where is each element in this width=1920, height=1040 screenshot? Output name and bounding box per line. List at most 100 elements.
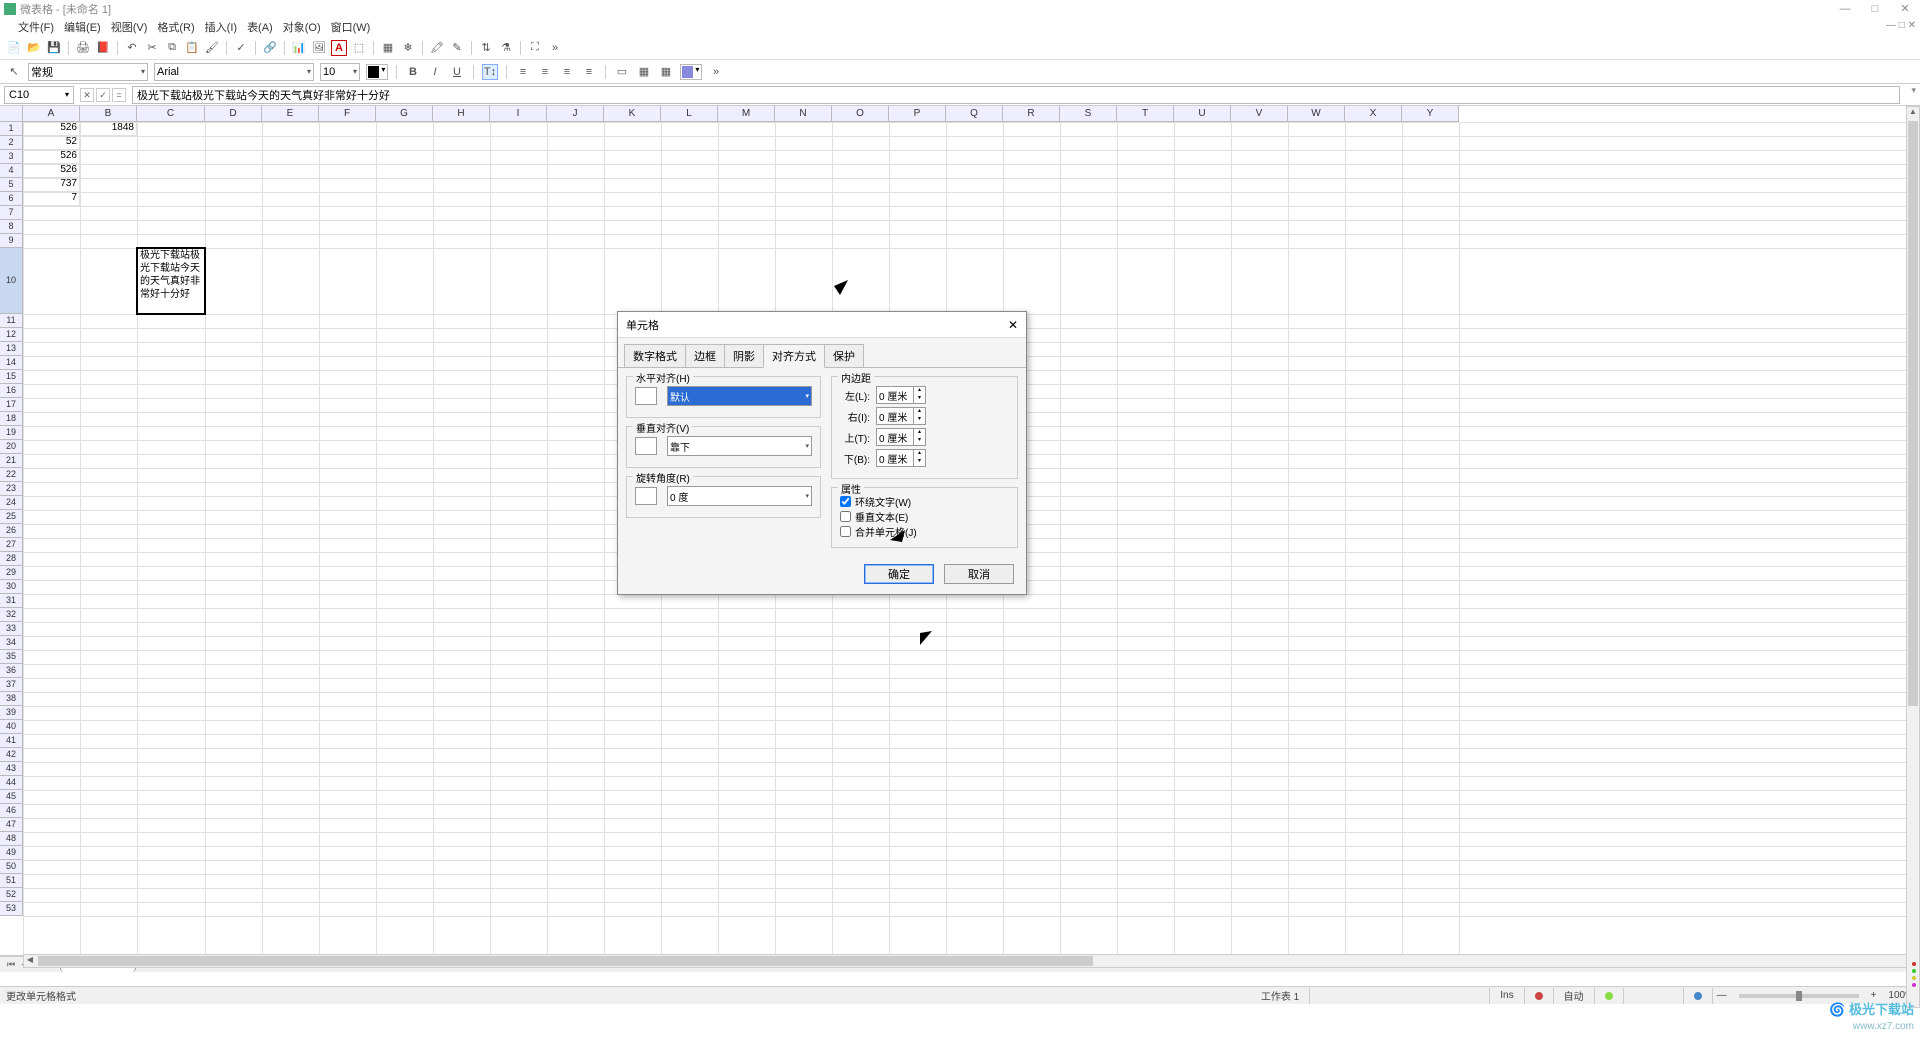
tab-align[interactable]: 对齐方式 (763, 344, 825, 368)
row-30[interactable]: 30 (0, 580, 23, 594)
col-T[interactable]: T (1117, 106, 1174, 122)
row-37[interactable]: 37 (0, 678, 23, 692)
cancel-edit-icon[interactable]: ✕ (80, 88, 94, 102)
menu-table[interactable]: 表(A) (247, 19, 273, 35)
col-Y[interactable]: Y (1402, 106, 1459, 122)
row-29[interactable]: 29 (0, 566, 23, 580)
paste-icon[interactable]: 📋 (184, 40, 200, 56)
row-53[interactable]: 53 (0, 902, 23, 916)
row-36[interactable]: 36 (0, 664, 23, 678)
row-33[interactable]: 33 (0, 622, 23, 636)
align-left-icon[interactable]: ≡ (515, 64, 531, 80)
close-button[interactable]: ✕ (1890, 0, 1920, 18)
row-42[interactable]: 42 (0, 748, 23, 762)
merge-checkbox[interactable]: 合并单元格(J) (840, 524, 1009, 539)
row-28[interactable]: 28 (0, 552, 23, 566)
row-35[interactable]: 35 (0, 650, 23, 664)
crop-icon[interactable]: ⬚ (351, 40, 367, 56)
row-3[interactable]: 3 (0, 150, 23, 164)
menu-window[interactable]: 窗口(W) (331, 19, 371, 35)
padding-bottom-input[interactable]: ▴▾ (876, 449, 926, 467)
overflow2-icon[interactable]: » (708, 64, 724, 80)
dialog-titlebar[interactable]: 单元格 ✕ (618, 312, 1026, 338)
cell-reference[interactable]: C10▾ (4, 86, 74, 104)
row-10[interactable]: 10 (0, 248, 23, 314)
col-V[interactable]: V (1231, 106, 1288, 122)
row-19[interactable]: 19 (0, 426, 23, 440)
underline-icon[interactable]: U (449, 64, 465, 80)
size-combo[interactable]: 10▾ (320, 63, 360, 81)
merge-icon[interactable]: ▭ (614, 64, 630, 80)
row-22[interactable]: 22 (0, 468, 23, 482)
menu-object[interactable]: 对象(O) (283, 19, 321, 35)
row-24[interactable]: 24 (0, 496, 23, 510)
row-11[interactable]: 11 (0, 314, 23, 328)
col-E[interactable]: E (262, 106, 319, 122)
font-combo[interactable]: Arial▾ (154, 63, 314, 81)
align-justify-icon[interactable]: ≡ (581, 64, 597, 80)
cursor-icon[interactable]: ↖ (6, 64, 22, 80)
row-50[interactable]: 50 (0, 860, 23, 874)
cancel-button[interactable]: 取消 (944, 564, 1014, 584)
row-14[interactable]: 14 (0, 356, 23, 370)
bold-icon[interactable]: B (405, 64, 421, 80)
menu-insert[interactable]: 插入(I) (205, 19, 237, 35)
col-C[interactable]: C (137, 106, 205, 122)
cell-A4[interactable]: 526 (23, 164, 80, 178)
font-color-button[interactable]: ▾ (366, 64, 388, 80)
row-34[interactable]: 34 (0, 636, 23, 650)
maximize-button[interactable]: □ (1860, 0, 1890, 18)
tab-border[interactable]: 边框 (685, 344, 725, 368)
menu-file[interactable]: 文件(F) (18, 19, 54, 35)
zoom-out[interactable]: — (1713, 990, 1731, 1001)
col-S[interactable]: S (1060, 106, 1117, 122)
row-41[interactable]: 41 (0, 734, 23, 748)
row-40[interactable]: 40 (0, 720, 23, 734)
tab-first-icon[interactable]: ⏮ (4, 959, 18, 970)
row-43[interactable]: 43 (0, 762, 23, 776)
row-20[interactable]: 20 (0, 440, 23, 454)
col-I[interactable]: I (490, 106, 547, 122)
status-ins[interactable]: Ins (1490, 988, 1524, 1004)
cut-icon[interactable]: ✂ (144, 40, 160, 56)
col-U[interactable]: U (1174, 106, 1231, 122)
col-H[interactable]: H (433, 106, 490, 122)
col-G[interactable]: G (376, 106, 433, 122)
valign-top-icon[interactable]: T↕ (482, 64, 498, 80)
row-2[interactable]: 2 (0, 136, 23, 150)
cell-A6[interactable]: 7 (23, 192, 80, 206)
spelling-icon[interactable]: ✓ (233, 40, 249, 56)
cell-A5[interactable]: 737 (23, 178, 80, 192)
zoom-slider[interactable] (1739, 994, 1859, 998)
vertical-scrollbar[interactable]: ▲ (1906, 106, 1920, 1008)
row-12[interactable]: 12 (0, 328, 23, 342)
col-K[interactable]: K (604, 106, 661, 122)
align-right-icon[interactable]: ≡ (559, 64, 575, 80)
row-1[interactable]: 1 (0, 122, 23, 136)
print-icon[interactable]: 🖨 (75, 40, 91, 56)
function-icon[interactable]: = (112, 88, 126, 102)
wrap-checkbox[interactable]: 环绕文字(W) (840, 494, 1009, 509)
cell-A3[interactable]: 526 (23, 150, 80, 164)
padding-right-input[interactable]: ▴▾ (876, 407, 926, 425)
row-45[interactable]: 45 (0, 790, 23, 804)
col-R[interactable]: R (1003, 106, 1060, 122)
vertical-checkbox[interactable]: 垂直文本(E) (840, 509, 1009, 524)
valign-dropdown[interactable]: 靠下▾ (667, 436, 812, 456)
row-7[interactable]: 7 (0, 206, 23, 220)
row-6[interactable]: 6 (0, 192, 23, 206)
row-39[interactable]: 39 (0, 706, 23, 720)
row-15[interactable]: 15 (0, 370, 23, 384)
tab-shadow[interactable]: 阴影 (724, 344, 764, 368)
image-icon[interactable]: 🖼 (311, 40, 327, 56)
borders-icon[interactable]: ▦ (636, 64, 652, 80)
row-51[interactable]: 51 (0, 874, 23, 888)
row-13[interactable]: 13 (0, 342, 23, 356)
row-52[interactable]: 52 (0, 888, 23, 902)
row-27[interactable]: 27 (0, 538, 23, 552)
fullscreen-icon[interactable]: ⛶ (527, 40, 543, 56)
cell-B1[interactable]: 1848 (80, 122, 137, 136)
overflow-icon[interactable]: » (547, 40, 563, 56)
expand-formula-icon[interactable]: ▾ (1911, 85, 1916, 96)
menu-edit[interactable]: 编辑(E) (64, 19, 101, 35)
